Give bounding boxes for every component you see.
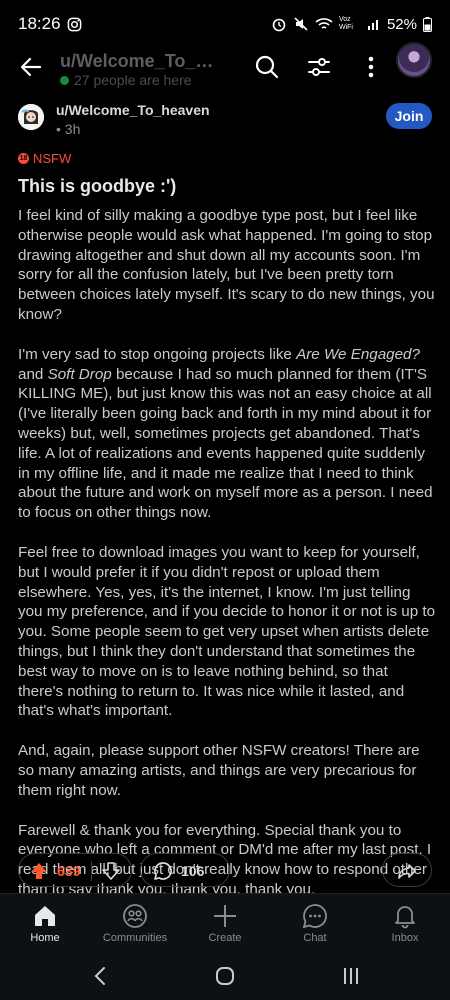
arrow-left-icon (20, 57, 42, 77)
nav-create-label: Create (208, 932, 242, 944)
share-button[interactable] (382, 853, 432, 887)
online-dot-icon (60, 75, 69, 85)
search-icon (255, 55, 279, 79)
system-home-button[interactable] (214, 965, 236, 987)
app-header: u/Welcome_To_h... 27 people are here (0, 40, 450, 96)
online-count: 27 people are here (60, 72, 192, 88)
nav-chat-label: Chat (303, 932, 327, 944)
upvote-icon (31, 863, 47, 879)
paragraph-2-text-a: I'm very sad to stop ongoing projects li… (18, 345, 297, 363)
paragraph-2-text-c: because I had so much planned for them (… (18, 365, 433, 522)
nav-inbox[interactable]: Inbox (360, 894, 450, 953)
upvote-button[interactable] (29, 861, 49, 881)
instagram-icon (67, 17, 82, 32)
nav-inbox-label: Inbox (391, 932, 419, 944)
subreddit-name[interactable]: u/Welcome_To_heaven (56, 102, 210, 118)
user-avatar[interactable] (396, 42, 432, 78)
bell-icon (395, 906, 415, 929)
nav-communities-label: Communities (102, 932, 168, 944)
chevron-left-icon (94, 967, 105, 985)
comment-count: 106 (181, 863, 205, 879)
system-back-button[interactable] (90, 965, 112, 987)
post-time: • 3h (56, 121, 81, 137)
project-title-2: Soft Drop (47, 365, 112, 383)
join-button[interactable]: Join (386, 103, 432, 129)
post-actions: 639 106 (18, 853, 432, 887)
battery-icon (423, 16, 432, 32)
downvote-icon (102, 862, 120, 880)
bottom-nav: Home Communities Create Chat Inbox (0, 893, 450, 953)
battery-level: 52% (386, 15, 417, 33)
wifi-icon (315, 17, 333, 31)
plus-icon (214, 905, 236, 927)
nav-create[interactable]: Create (180, 894, 270, 953)
subreddit-avatar[interactable] (18, 104, 44, 130)
communities-icon (123, 904, 147, 928)
search-button[interactable] (254, 54, 280, 80)
post-title: This is goodbye :') (18, 176, 177, 196)
alarm-icon (271, 16, 287, 32)
paragraph-4: And, again, please support other NSFW cr… (18, 742, 420, 799)
home-circle-icon (216, 967, 234, 985)
share-icon (397, 861, 417, 881)
vote-pill: 639 (18, 853, 132, 887)
sliders-icon (308, 58, 330, 76)
more-options-button[interactable] (358, 54, 384, 80)
nav-home[interactable]: Home (0, 894, 90, 953)
subreddit-avatar-icon (18, 104, 44, 130)
back-button[interactable] (18, 54, 44, 80)
online-count-label: 27 people are here (74, 72, 192, 88)
nav-chat[interactable]: Chat (270, 894, 360, 953)
post-time-value: 3h (64, 121, 81, 137)
filter-button[interactable] (306, 54, 332, 80)
signal-icon (367, 17, 381, 31)
paragraph-3: Feel free to download images you want to… (18, 543, 436, 720)
system-nav (0, 953, 450, 1000)
project-title-1: Are We Engaged? (296, 345, 420, 363)
post-meta: u/Welcome_To_heaven • 3h Join (18, 100, 432, 140)
paragraph-2: I'm very sad to stop ongoing projects li… (18, 345, 436, 523)
paragraph-2-text-b: and (18, 365, 48, 383)
downvote-button[interactable] (101, 861, 121, 881)
home-icon (35, 906, 55, 926)
recents-icon (344, 968, 358, 984)
comments-button[interactable]: 106 (140, 853, 230, 887)
vote-count: 639 (57, 863, 81, 879)
comment-icon (153, 861, 173, 881)
post-body: I feel kind of silly making a goodbye ty… (18, 206, 436, 920)
header-subreddit-title[interactable]: u/Welcome_To_h... (60, 51, 220, 72)
network-label: Voz WiFi (338, 16, 353, 31)
more-vertical-icon (368, 56, 374, 78)
nav-communities[interactable]: Communities (90, 894, 180, 953)
nsfw-tag: 18 NSFW (18, 151, 71, 166)
nsfw-label: NSFW (33, 151, 72, 166)
mute-icon (293, 16, 309, 32)
paragraph-1: I feel kind of silly making a goodbye ty… (18, 207, 435, 323)
nsfw-icon: 18 (18, 153, 29, 164)
status-time: 18:26 (18, 14, 61, 33)
nav-home-label: Home (30, 932, 60, 944)
system-recents-button[interactable] (340, 965, 362, 987)
chat-icon (302, 904, 327, 929)
vote-divider (91, 861, 92, 881)
